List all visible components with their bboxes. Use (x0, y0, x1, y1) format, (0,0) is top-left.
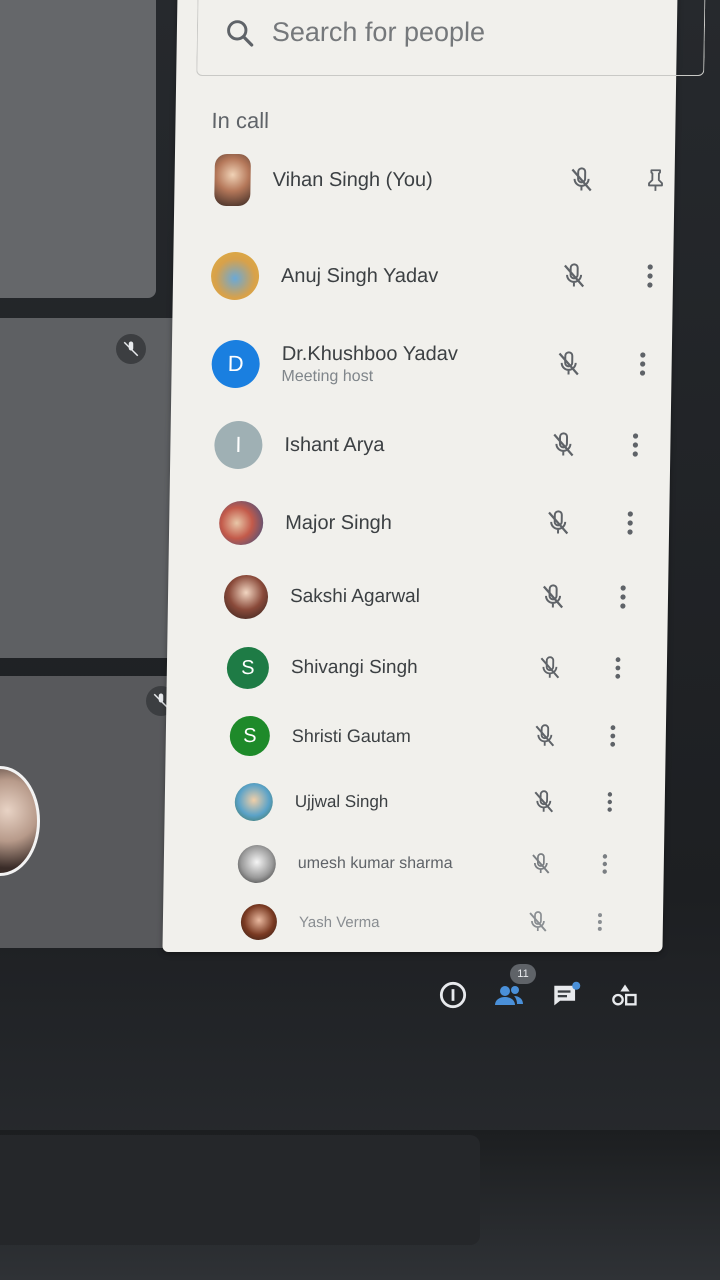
mic-off-icon (116, 334, 146, 364)
participant-name: Shristi Gautam (291, 725, 412, 746)
more-vert-icon[interactable] (596, 719, 631, 753)
avatar (218, 501, 264, 545)
participant-avatar (0, 766, 40, 876)
participants-count-badge: 11 (510, 964, 536, 984)
participant-row[interactable]: S Shristi Gautam (229, 706, 690, 766)
meeting-host-label: Meeting host (281, 367, 374, 385)
mic-off-icon (557, 259, 592, 293)
video-tile[interactable] (0, 0, 156, 298)
mic-off-icon (546, 428, 581, 462)
search-input[interactable] (271, 17, 633, 48)
info-icon[interactable] (436, 978, 470, 1012)
mic-off-icon (551, 347, 586, 381)
search-icon (227, 19, 254, 47)
participant-name: Major Singh (285, 511, 393, 534)
participant-row[interactable]: I Ishant Arya (214, 415, 675, 475)
participant-name: Ishant Arya (284, 433, 385, 456)
mic-off-icon (536, 580, 571, 614)
participant-row[interactable]: Anuj Singh Yadav (210, 246, 672, 306)
avatar: D (211, 340, 261, 388)
laptop-base (0, 1135, 480, 1245)
participant-row[interactable]: Major Singh (218, 493, 680, 553)
avatar (223, 575, 269, 619)
mic-off-icon (524, 847, 559, 881)
more-vert-icon[interactable] (593, 785, 628, 819)
participant-row[interactable]: Sakshi Agarwal (223, 567, 685, 627)
more-vert-icon[interactable] (601, 651, 636, 685)
search-bar[interactable] (196, 0, 706, 76)
participant-row[interactable]: Yash Verma (240, 892, 701, 952)
more-vert-icon[interactable] (583, 905, 618, 939)
participant-row[interactable]: umesh kumar sharma (237, 834, 698, 894)
participant-name: Yash Verma (298, 913, 380, 931)
pin-icon[interactable] (638, 163, 673, 197)
mic-off-icon (527, 785, 562, 819)
mic-off-icon (521, 905, 556, 939)
participant-name: Dr.Khushboo Yadav (281, 342, 459, 365)
avatar (214, 154, 251, 206)
participant-name: Vihan Singh (You) (272, 168, 433, 191)
more-vert-icon[interactable] (625, 347, 660, 381)
participants-panel: In call Vihan Singh (You) Anuj Singh Yad… (162, 0, 706, 952)
avatar: S (229, 716, 271, 756)
activities-icon[interactable] (608, 978, 642, 1012)
video-tile[interactable] (0, 318, 182, 658)
more-vert-icon[interactable] (633, 259, 668, 293)
participant-row[interactable]: D Dr.Khushboo Yadav Meeting host (211, 334, 672, 394)
in-call-label: In call (211, 108, 270, 133)
mic-off-icon (528, 719, 563, 753)
participant-name: Anuj Singh Yadav (280, 264, 439, 287)
mic-off-icon (564, 163, 599, 197)
more-vert-icon[interactable] (606, 580, 641, 614)
participant-name: Ujjwal Singh (294, 792, 389, 811)
mic-off-icon (541, 506, 576, 540)
mic-off-icon (533, 651, 568, 685)
avatar (237, 845, 277, 883)
avatar (210, 252, 260, 300)
avatar (234, 783, 274, 821)
chat-icon[interactable] (550, 978, 584, 1012)
participant-row[interactable]: Ujjwal Singh (234, 772, 695, 832)
participant-name: umesh kumar sharma (297, 855, 453, 872)
participant-row[interactable]: S Shivangi Singh (226, 638, 687, 698)
participant-name: Shivangi Singh (290, 657, 418, 678)
avatar (240, 904, 278, 940)
more-vert-icon[interactable] (613, 506, 648, 540)
participant-name: Sakshi Agarwal (289, 586, 421, 607)
avatar: S (226, 647, 270, 689)
participant-row[interactable]: Vihan Singh (You) (214, 150, 675, 210)
meeting-screen: In call Vihan Singh (You) Anuj Singh Yad… (0, 0, 720, 1280)
more-vert-icon[interactable] (618, 428, 653, 462)
avatar: I (214, 421, 263, 469)
more-vert-icon[interactable] (588, 847, 623, 881)
